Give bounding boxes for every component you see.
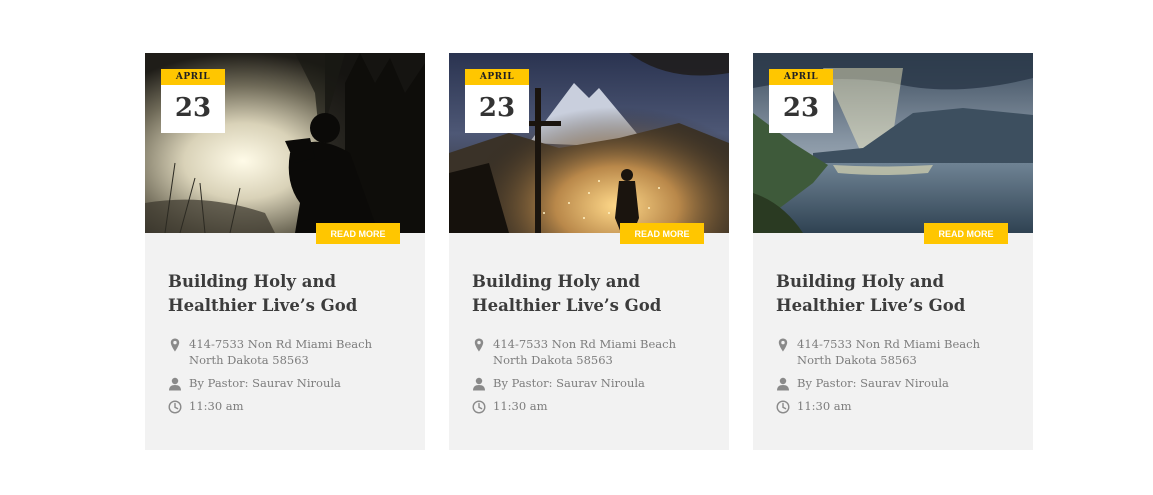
event-image-cross-mountain[interactable]: April 23: [449, 53, 729, 233]
event-card: April 23 READ MORE Building Holy and Hea…: [145, 53, 425, 450]
card-body: Building Holy and Healthier Live’s God 4…: [753, 233, 1033, 414]
date-badge: April 23: [161, 69, 225, 133]
read-more-button[interactable]: READ MORE: [620, 223, 704, 244]
event-pastor: By Pastor: Saurav Niroula: [472, 375, 707, 391]
event-image-praying-man[interactable]: April 23: [145, 53, 425, 233]
user-icon: [473, 377, 485, 391]
event-pastor: By Pastor: Saurav Niroula: [168, 375, 403, 391]
event-time: 11:30 am: [168, 398, 403, 414]
event-image-fjord[interactable]: April 23: [753, 53, 1033, 233]
event-pastor-text: By Pastor: Saurav Niroula: [797, 376, 949, 390]
event-title[interactable]: Building Holy and Healthier Live’s God: [472, 270, 707, 318]
event-address-text: 414-7533 Non Rd Miami Beach North Dakota…: [493, 337, 676, 367]
event-pastor-text: By Pastor: Saurav Niroula: [189, 376, 341, 390]
event-time: 11:30 am: [472, 398, 707, 414]
map-pin-icon: [170, 338, 180, 352]
read-more-button[interactable]: READ MORE: [924, 223, 1008, 244]
card-body: Building Holy and Healthier Live’s God 4…: [449, 233, 729, 414]
card-body: Building Holy and Healthier Live’s God 4…: [145, 233, 425, 414]
event-address: 414-7533 Non Rd Miami Beach North Dakota…: [776, 336, 1011, 368]
clock-icon: [776, 400, 790, 414]
event-time-text: 11:30 am: [189, 399, 244, 413]
event-card: April 23 READ MORE Building Holy and Hea…: [449, 53, 729, 450]
date-month: April: [769, 69, 833, 85]
date-day: 23: [478, 93, 516, 123]
date-day: 23: [174, 93, 212, 123]
event-time-text: 11:30 am: [797, 399, 852, 413]
user-icon: [169, 377, 181, 391]
event-time-text: 11:30 am: [493, 399, 548, 413]
event-address: 414-7533 Non Rd Miami Beach North Dakota…: [168, 336, 403, 368]
event-card: April 23 READ MORE Building Holy and Hea…: [753, 53, 1033, 450]
date-day: 23: [782, 93, 820, 123]
event-address: 414-7533 Non Rd Miami Beach North Dakota…: [472, 336, 707, 368]
event-cards: April 23 READ MORE Building Holy and Hea…: [145, 53, 1033, 450]
map-pin-icon: [778, 338, 788, 352]
event-time: 11:30 am: [776, 398, 1011, 414]
event-title[interactable]: Building Holy and Healthier Live’s God: [168, 270, 403, 318]
user-icon: [777, 377, 789, 391]
event-pastor: By Pastor: Saurav Niroula: [776, 375, 1011, 391]
clock-icon: [472, 400, 486, 414]
date-month: April: [465, 69, 529, 85]
event-title[interactable]: Building Holy and Healthier Live’s God: [776, 270, 1011, 318]
date-badge: April 23: [769, 69, 833, 133]
event-address-text: 414-7533 Non Rd Miami Beach North Dakota…: [189, 337, 372, 367]
event-pastor-text: By Pastor: Saurav Niroula: [493, 376, 645, 390]
clock-icon: [168, 400, 182, 414]
event-address-text: 414-7533 Non Rd Miami Beach North Dakota…: [797, 337, 980, 367]
date-badge: April 23: [465, 69, 529, 133]
read-more-button[interactable]: READ MORE: [316, 223, 400, 244]
date-month: April: [161, 69, 225, 85]
map-pin-icon: [474, 338, 484, 352]
